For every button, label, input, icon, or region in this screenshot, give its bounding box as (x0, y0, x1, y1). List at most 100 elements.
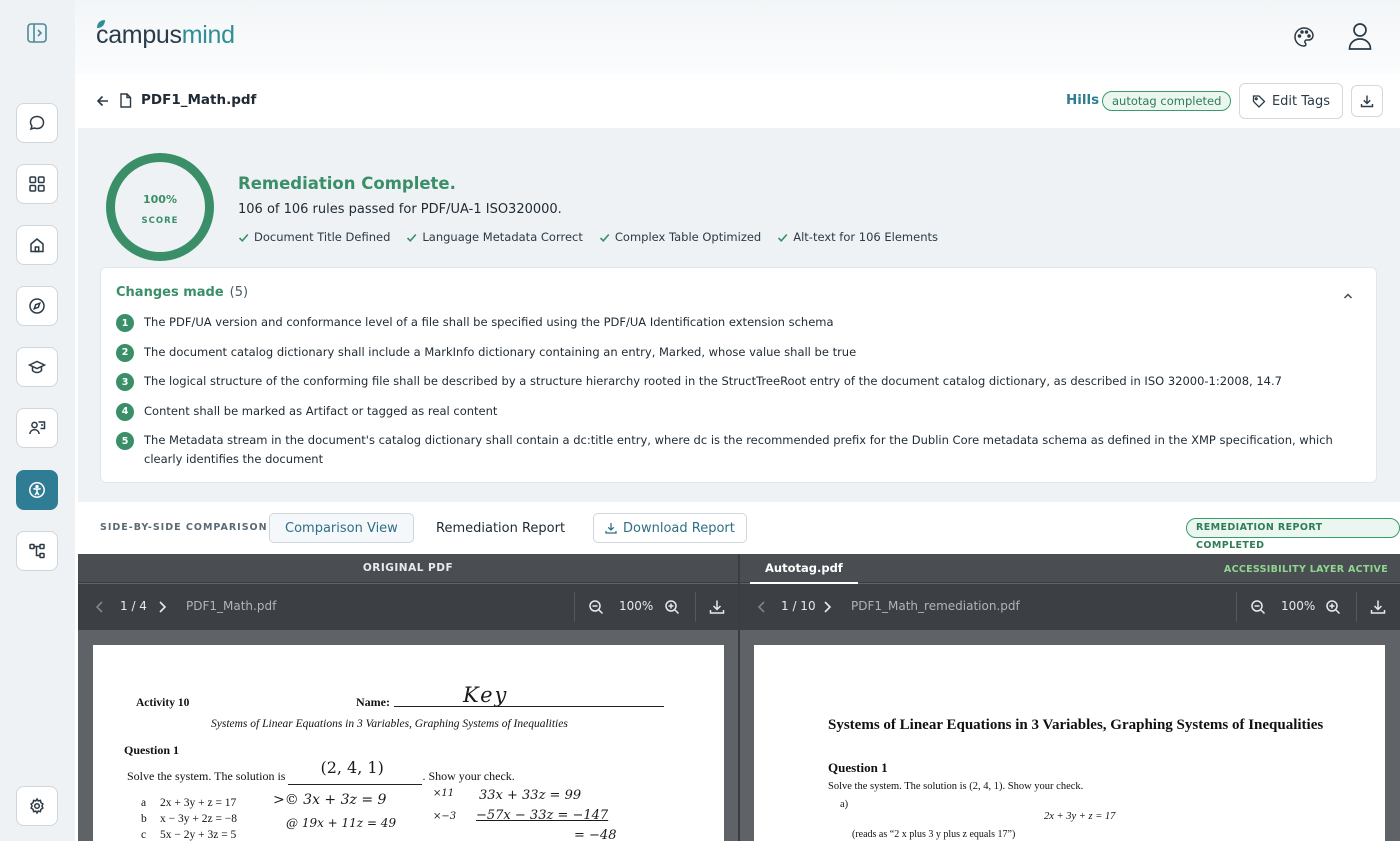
workspace-name[interactable]: Hills (1066, 92, 1099, 108)
change-text: The PDF/UA version and conformance level… (144, 315, 834, 329)
zoom-in-icon[interactable] (1325, 599, 1341, 615)
tag-icon (1252, 95, 1266, 108)
list-item: 4 Content shall be marked as Artifact or … (116, 402, 1351, 421)
check-label: Alt-text for 106 Elements (793, 230, 938, 244)
check-label: Document Title Defined (254, 230, 391, 244)
toolbar-divider (695, 592, 696, 622)
pdf-toolbar: 1 / 4 PDF1_Math.pdf 100% (78, 584, 738, 630)
multiplier-1: ×11 (433, 788, 455, 799)
check-item: Alt-text for 106 Elements (777, 230, 938, 244)
accessibility-layer-status: ACCESSIBILITY LAYER ACTIVE (1223, 564, 1388, 575)
pane-header: Autotag.pdf ACCESSIBILITY LAYER ACTIVE (740, 554, 1400, 584)
remediated-pdf-pane: Autotag.pdf ACCESSIBILITY LAYER ACTIVE 1… (740, 554, 1400, 841)
list-item: 3 The logical structure of the conforming… (116, 372, 1351, 391)
list-item: 2 The document catalog dictionary shall i… (116, 343, 1351, 362)
workflow-button[interactable] (16, 531, 58, 571)
download-report-label: Download Report (623, 520, 735, 536)
report-status-badge: REMEDIATION REPORT COMPLETED (1186, 518, 1400, 551)
document-heading: Systems of Linear Equations in 3 Variabl… (828, 717, 1324, 733)
user-profile-icon[interactable] (1347, 22, 1373, 50)
chevron-left-icon[interactable] (92, 599, 108, 615)
accessibility-button[interactable] (16, 470, 58, 510)
tab-autotag-pdf[interactable]: Autotag.pdf (750, 554, 858, 584)
score-label: SCORE (141, 215, 179, 226)
tab-comparison-view[interactable]: Comparison View (269, 513, 414, 543)
comparison-toolbar: SIDE-BY-SIDE COMPARISON Comparison View … (78, 502, 1400, 554)
equation-b: x − 3y + 2z = −8 (160, 813, 238, 825)
solve-text: Solve the system. The solution is (2, 4,… (127, 758, 515, 785)
score-value: 100% (143, 192, 177, 206)
zoom-in-icon[interactable] (664, 599, 680, 615)
name-label: Name: (356, 695, 390, 709)
tab-remediation-report[interactable]: Remediation Report (421, 513, 580, 543)
change-text: Content shall be marked as Artifact or t… (144, 403, 498, 418)
activity-heading: Activity 10 (136, 697, 190, 709)
pdf-filename: PDF1_Math_remediation.pdf (851, 599, 1020, 613)
sidebar-toggle-icon[interactable] (26, 22, 48, 44)
download-icon[interactable] (709, 599, 725, 615)
toolbar-divider (1236, 592, 1237, 622)
logo-leaf-icon (97, 20, 105, 28)
explore-button[interactable] (16, 286, 58, 326)
original-pdf-page: Activity 10 Name: Key Systems of Linear … (93, 645, 724, 841)
courses-button[interactable] (16, 347, 58, 387)
change-number: 1 (116, 314, 134, 332)
check-label: Language Metadata Correct (422, 230, 583, 244)
remediated-pdf-page: Systems of Linear Equations in 3 Variabl… (754, 645, 1385, 841)
chevron-right-icon[interactable] (154, 599, 170, 615)
zoom-out-icon[interactable] (1250, 599, 1266, 615)
equation-a-label: a (141, 797, 147, 809)
teacher-icon (29, 421, 46, 435)
checkmark-icon (778, 233, 788, 242)
home-button[interactable] (16, 225, 58, 265)
checkmark-icon (238, 233, 249, 242)
theme-palette-icon[interactable] (1293, 26, 1315, 48)
chevron-right-icon[interactable] (819, 599, 835, 615)
autotag-status-badge: autotag completed (1102, 91, 1232, 111)
change-number: 5 (116, 432, 134, 450)
apps-button[interactable] (16, 164, 58, 204)
download-report-button[interactable]: Download Report (593, 513, 747, 543)
solve-text-a: Solve the system. The solution is (127, 769, 286, 783)
check-item: Document Title Defined (238, 230, 390, 244)
download-icon (605, 523, 617, 534)
changes-header[interactable]: Changes made (5) (116, 285, 248, 300)
change-number: 4 (116, 402, 134, 421)
edit-tags-button[interactable]: Edit Tags (1239, 83, 1343, 119)
chevron-up-icon[interactable] (1342, 287, 1354, 299)
zoom-level: 100% (1281, 599, 1316, 613)
back-arrow-icon[interactable] (96, 93, 110, 107)
instructor-button[interactable] (16, 408, 58, 448)
change-text: The document catalog dictionary shall in… (144, 344, 857, 359)
work-line-5: = −48 (574, 828, 617, 841)
campusmind-logo[interactable]: campusmind (96, 20, 235, 50)
check-item: Language Metadata Correct (406, 230, 583, 244)
logo-text-mind: mind (181, 21, 235, 49)
original-pdf-pane: ORIGINAL PDF 1 / 4 PDF1_Math.pdf 100% Ac… (78, 554, 738, 841)
change-number: 2 (116, 343, 134, 362)
zoom-out-icon[interactable] (588, 599, 604, 615)
chevron-left-icon[interactable] (754, 599, 770, 615)
grid-icon (29, 176, 45, 192)
equation-a: 2x + 3y + z = 17 (160, 797, 237, 809)
question-heading: Question 1 (124, 743, 180, 757)
sidebar (0, 0, 75, 841)
toolbar-divider (1356, 592, 1357, 622)
download-icon (1360, 95, 1374, 108)
gear-icon (30, 797, 44, 815)
equation-display: 2x + 3y + z = 17 (1044, 811, 1116, 822)
work-line-4: −57x − 33z = −147 (476, 808, 609, 823)
question-heading: Question 1 (828, 760, 888, 775)
chat-button[interactable] (16, 103, 58, 143)
download-document-button[interactable] (1351, 85, 1383, 117)
work-line-1: >© 3x + 3z = 9 (273, 792, 387, 808)
remediation-subtitle: 106 of 106 rules passed for PDF/UA-1 ISO… (238, 202, 562, 217)
settings-button[interactable] (16, 786, 58, 826)
home-icon (30, 238, 44, 253)
check-item: Complex Table Optimized (599, 230, 761, 244)
document-filename: PDF1_Math.pdf (141, 92, 257, 108)
score-ring: 100% SCORE (106, 153, 214, 261)
chat-icon (29, 115, 45, 131)
download-icon[interactable] (1370, 599, 1386, 615)
accessibility-icon (29, 482, 45, 498)
